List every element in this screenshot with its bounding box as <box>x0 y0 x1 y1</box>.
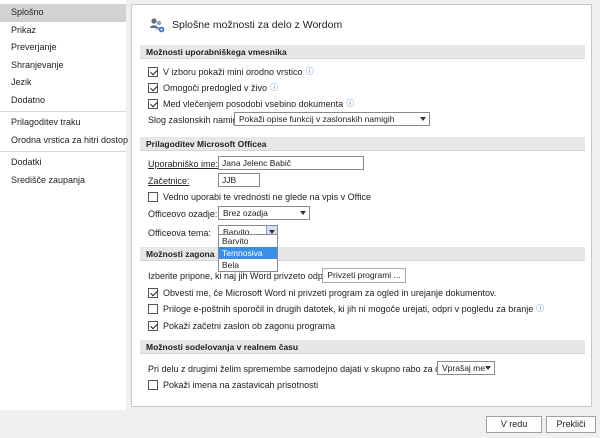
section-startup: Možnosti zagona <box>140 247 585 261</box>
background-label: Officeovo ozadje: <box>148 209 218 219</box>
open-attachments-checkbox[interactable] <box>148 304 158 314</box>
open-attachments-label: Priloge e-poštnih sporočil in drugih dat… <box>163 304 534 314</box>
share-changes-row: Pri delu z drugimi želim spremembe samod… <box>148 362 461 376</box>
always-use-label: Vedno uporabi te vrednosti ne glede na v… <box>163 192 371 202</box>
theme-option-white[interactable]: Bela <box>219 259 277 271</box>
tooltip-style-select[interactable]: Pokaži opise funkcij v zaslonskih namigi… <box>234 112 430 126</box>
tooltip-style-value: Pokaži opise funkcij v zaslonskih namigi… <box>239 114 395 124</box>
panel-header: Splošne možnosti za delo z Wordom <box>149 13 342 37</box>
presence-names-label: Pokaži imena na zastavicah prisotnosti <box>163 380 319 390</box>
office-background-select[interactable]: Brez ozadja <box>218 206 310 220</box>
update-content-checkbox[interactable] <box>148 99 158 109</box>
chevron-down-icon <box>300 211 306 215</box>
cancel-button[interactable]: Prekliči <box>546 416 596 433</box>
theme-label: Officeova tema: <box>148 228 211 238</box>
sidebar-item-proofing[interactable]: Preverjanje <box>0 39 126 57</box>
section-personalize: Prilagoditev Microsoft Officea <box>140 137 585 151</box>
sidebar-item-customize-ribbon[interactable]: Prilagoditev traku <box>0 114 126 132</box>
options-panel: Splošne možnosti za delo z Wordom Možnos… <box>131 4 592 407</box>
resize-grip-icon[interactable]: ⋰ <box>591 429 597 436</box>
page-title: Splošne možnosti za delo z Wordom <box>172 19 343 31</box>
always-use-checkbox[interactable] <box>148 192 158 202</box>
username-field[interactable]: Jana Jelenc Babič <box>218 156 364 170</box>
section-ui-options: Možnosti uporabniškega vmesnika <box>140 45 585 59</box>
notify-default-checkbox[interactable] <box>148 288 158 298</box>
theme-option-dark-gray[interactable]: Temnosiva <box>219 247 277 259</box>
open-attachments-option[interactable]: Priloge e-poštnih sporočil in drugih dat… <box>148 302 544 316</box>
background-value: Brez ozadja <box>223 208 268 218</box>
live-preview-option[interactable]: Omogoči predogled v živo ⓘ <box>148 81 278 95</box>
share-changes-label: Pri delu z drugimi želim spremembe samod… <box>148 364 461 374</box>
start-screen-option[interactable]: Pokaži začetni zaslon ob zagonu programa <box>148 319 335 333</box>
info-icon[interactable]: ⓘ <box>270 81 278 95</box>
sidebar-item-addins[interactable]: Dodatki <box>0 154 126 172</box>
sidebar-item-trust-center[interactable]: Središče zaupanja <box>0 172 126 190</box>
ok-button[interactable]: V redu <box>486 416 542 433</box>
sidebar-item-save[interactable]: Shranjevanje <box>0 57 126 75</box>
mini-toolbar-option[interactable]: V izboru pokaži mini orodno vrstico ⓘ <box>148 65 314 79</box>
initials-row: Začetnice: <box>148 174 190 188</box>
mini-toolbar-checkbox[interactable] <box>148 67 158 77</box>
mini-toolbar-label: V izboru pokaži mini orodno vrstico <box>163 67 303 77</box>
presence-names-checkbox[interactable] <box>148 380 158 390</box>
theme-option-colorful[interactable]: Barvito <box>219 235 277 247</box>
info-icon[interactable]: ⓘ <box>346 97 354 111</box>
live-preview-checkbox[interactable] <box>148 83 158 93</box>
sidebar-item-display[interactable]: Prikaz <box>0 22 126 40</box>
sidebar-item-general[interactable]: Splošno <box>0 4 126 22</box>
username-label: Uporabniško ime: <box>148 159 219 169</box>
share-changes-value: Vprašaj me <box>442 363 485 373</box>
default-programs-button[interactable]: Privzeti programi ... <box>322 268 406 283</box>
section-collaboration: Možnosti sodelovanja v realnem času <box>140 340 585 354</box>
info-icon[interactable]: ⓘ <box>536 302 544 316</box>
start-screen-label: Pokaži začetni zaslon ob zagonu programa <box>163 321 336 331</box>
chevron-down-icon <box>485 366 491 370</box>
sidebar-divider <box>0 111 126 112</box>
initials-label: Začetnice: <box>148 176 190 186</box>
always-use-option[interactable]: Vedno uporabi te vrednosti ne glede na v… <box>148 190 371 204</box>
live-preview-label: Omogoči predogled v živo <box>163 83 268 93</box>
update-content-option[interactable]: Med vlečenjem posodobi vsebino dokumenta… <box>148 97 354 111</box>
update-content-label: Med vlečenjem posodobi vsebino dokumenta <box>163 99 344 109</box>
notify-default-label: Obvesti me, če Microsoft Word ni privzet… <box>163 288 497 298</box>
sidebar-item-quick-access[interactable]: Orodna vrstica za hitri dostop <box>0 132 128 150</box>
sidebar-divider <box>0 151 126 152</box>
username-row: Uporabniško ime: <box>148 157 218 171</box>
sidebar-item-advanced[interactable]: Dodatno <box>0 92 126 110</box>
presence-names-option[interactable]: Pokaži imena na zastavicah prisotnosti <box>148 378 318 392</box>
sidebar: Splošno Prikaz Preverjanje Shranjevanje … <box>0 0 128 410</box>
info-icon[interactable]: ⓘ <box>306 65 314 79</box>
chevron-down-icon <box>420 117 426 121</box>
notify-default-option[interactable]: Obvesti me, če Microsoft Word ni privzet… <box>148 286 496 300</box>
theme-dropdown-list: Barvito Temnosiva Bela <box>218 234 278 272</box>
start-screen-checkbox[interactable] <box>148 321 158 331</box>
sidebar-item-language[interactable]: Jezik <box>0 74 126 92</box>
background-row: Officeovo ozadje: <box>148 207 217 221</box>
theme-row: Officeova tema: <box>148 226 211 240</box>
initials-field[interactable]: JJB <box>218 173 260 187</box>
people-settings-icon <box>150 18 165 33</box>
share-changes-select[interactable]: Vprašaj me <box>437 361 495 375</box>
